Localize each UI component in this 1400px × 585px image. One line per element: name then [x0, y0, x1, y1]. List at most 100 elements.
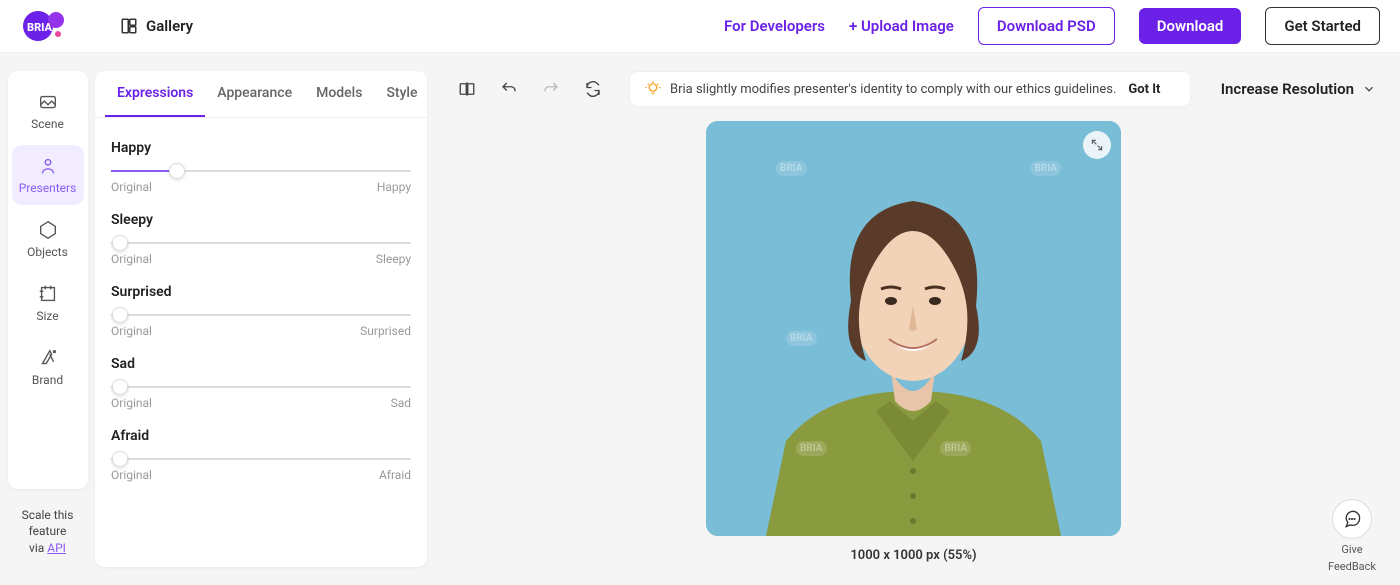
slider-thumb[interactable]	[112, 379, 128, 395]
info-bar: Bria slightly modifies presenter's ident…	[629, 71, 1191, 107]
rail-label: Size	[36, 309, 58, 323]
dimensions-label: 1000 x 1000 px (55%)	[850, 548, 976, 563]
redo-icon	[542, 80, 560, 98]
slider-track[interactable]	[111, 170, 411, 172]
options-panel: Expressions Appearance Models Style Happ…	[95, 71, 427, 567]
tab-models[interactable]: Models	[304, 71, 374, 117]
slider-fill	[111, 170, 177, 172]
svg-text:BRIA: BRIA	[27, 21, 53, 34]
panel-body[interactable]: Happy Original Happy Sleepy Original	[95, 118, 427, 567]
undo-icon	[500, 80, 518, 98]
slider-right: Afraid	[379, 468, 411, 482]
rail-item-presenters[interactable]: Presenters	[12, 145, 84, 205]
objects-icon	[37, 219, 59, 241]
chevron-down-icon	[1362, 82, 1376, 96]
undo-button[interactable]	[493, 73, 525, 105]
rail-label: Brand	[32, 373, 63, 387]
left-rail: Scene Presenters Objects Size Brand Scal…	[0, 53, 95, 585]
tab-expressions[interactable]: Expressions	[105, 71, 205, 117]
download-psd-button[interactable]: Download PSD	[978, 7, 1115, 45]
expand-button[interactable]	[1083, 131, 1111, 159]
rail-item-size[interactable]: Size	[12, 273, 84, 333]
feedback-line1: Give	[1341, 543, 1362, 556]
slider-left: Original	[111, 180, 152, 194]
slider-track[interactable]	[111, 458, 411, 460]
footer-line1: Scale this feature	[22, 508, 74, 539]
slider-track[interactable]	[111, 314, 411, 316]
resolution-dropdown[interactable]: Increase Resolution	[1221, 80, 1376, 98]
slider-track[interactable]	[111, 242, 411, 244]
rail-item-objects[interactable]: Objects	[12, 209, 84, 269]
slider-happy: Happy Original Happy	[111, 128, 411, 200]
slider-right: Sad	[391, 396, 411, 410]
get-started-button[interactable]: Get Started	[1265, 7, 1380, 45]
reset-button[interactable]	[577, 73, 609, 105]
lightbulb-icon	[644, 80, 662, 98]
size-icon	[37, 283, 59, 305]
slider-left: Original	[111, 396, 152, 410]
image-wrap: BRIA BRIA BRIA BRIA BRIA 1000 x 1000 px …	[451, 121, 1376, 575]
rail-label: Presenters	[19, 181, 77, 195]
brand-icon	[37, 347, 59, 369]
slider-right: Sleepy	[376, 252, 411, 266]
slider-title: Afraid	[111, 428, 411, 444]
feedback-widget[interactable]: Give FeedBack	[1328, 499, 1376, 573]
gallery-icon	[120, 17, 138, 35]
redo-button[interactable]	[535, 73, 567, 105]
resolution-label: Increase Resolution	[1221, 80, 1354, 98]
watermark: BRIA	[940, 441, 971, 456]
compare-icon	[458, 80, 476, 98]
slider-labels: Original Happy	[111, 180, 411, 194]
footer-line2: via	[29, 541, 47, 555]
expand-icon	[1090, 138, 1104, 152]
feedback-line2: FeedBack	[1328, 560, 1376, 573]
rail-footer: Scale this feature via API	[12, 497, 83, 567]
got-it-button[interactable]: Got It	[1128, 82, 1160, 97]
rail-item-brand[interactable]: Brand	[12, 337, 84, 397]
slider-track[interactable]	[111, 386, 411, 388]
compare-button[interactable]	[451, 73, 483, 105]
scene-icon	[37, 91, 59, 113]
info-text: Bria slightly modifies presenter's ident…	[670, 82, 1116, 97]
tab-style[interactable]: Style	[374, 71, 429, 117]
slider-left: Original	[111, 324, 152, 338]
download-button[interactable]: Download	[1139, 8, 1242, 44]
upload-image-button[interactable]: + Upload Image	[849, 17, 954, 35]
panel-tabs: Expressions Appearance Models Style	[95, 71, 427, 118]
slider-left: Original	[111, 468, 152, 482]
presenters-icon	[37, 155, 59, 177]
api-link[interactable]: API	[47, 541, 66, 555]
gallery-button[interactable]: Gallery	[120, 17, 193, 35]
bria-logo-icon: BRIA	[20, 8, 80, 44]
slider-thumb[interactable]	[112, 451, 128, 467]
gallery-label: Gallery	[146, 17, 193, 35]
header: BRIA Gallery For Developers + Upload Ima…	[0, 0, 1400, 53]
slider-title: Sleepy	[111, 212, 411, 228]
slider-surprised: Surprised Original Surprised	[111, 272, 411, 344]
slider-left: Original	[111, 252, 152, 266]
slider-sleepy: Sleepy Original Sleepy	[111, 200, 411, 272]
slider-afraid: Afraid Original Afraid	[111, 416, 411, 488]
slider-thumb[interactable]	[169, 163, 185, 179]
slider-labels: Original Sleepy	[111, 252, 411, 266]
tab-appearance[interactable]: Appearance	[205, 71, 304, 117]
image-preview[interactable]: BRIA BRIA BRIA BRIA BRIA	[706, 121, 1121, 536]
rail-item-scene[interactable]: Scene	[12, 81, 84, 141]
watermark: BRIA	[1030, 161, 1061, 176]
canvas: Bria slightly modifies presenter's ident…	[427, 53, 1400, 585]
slider-labels: Original Sad	[111, 396, 411, 410]
rail-card: Scene Presenters Objects Size Brand	[8, 71, 88, 489]
slider-title: Sad	[111, 356, 411, 372]
rail-label: Scene	[31, 117, 64, 131]
reset-icon	[584, 80, 602, 98]
for-developers-link[interactable]: For Developers	[724, 17, 825, 35]
slider-title: Surprised	[111, 284, 411, 300]
slider-thumb[interactable]	[112, 235, 128, 251]
slider-labels: Original Afraid	[111, 468, 411, 482]
chat-icon	[1342, 509, 1362, 529]
logo[interactable]: BRIA	[20, 8, 80, 44]
slider-thumb[interactable]	[112, 307, 128, 323]
slider-title: Happy	[111, 140, 411, 156]
feedback-button[interactable]	[1332, 499, 1372, 539]
main: Scene Presenters Objects Size Brand Scal…	[0, 53, 1400, 585]
